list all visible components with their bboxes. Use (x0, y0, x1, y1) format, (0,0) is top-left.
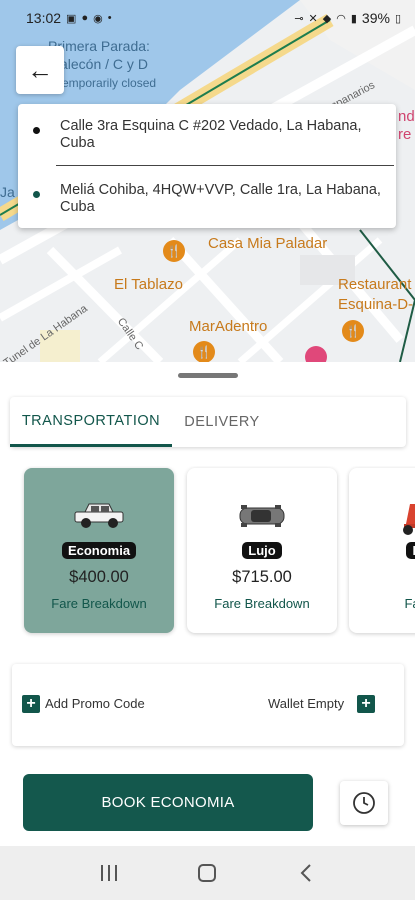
battery-icon: ▯ (394, 12, 401, 25)
poi-label[interactable]: Casa Mia Paladar (208, 235, 327, 252)
fare-breakdown-link[interactable]: Fare B (349, 596, 415, 611)
poi-label[interactable]: Restaurant (338, 276, 411, 293)
home-icon (198, 864, 217, 882)
tab-delivery[interactable]: DELIVERY (172, 397, 272, 447)
dropoff-row[interactable]: Meliá Cohiba, 4HQW+VVP, Calle 1ra, La Ha… (18, 182, 396, 216)
place-pin-icon[interactable] (305, 346, 327, 362)
map-edge-label: re (398, 126, 412, 143)
restaurant-pin-icon[interactable]: 🍴 (342, 320, 364, 342)
recent-apps-button[interactable] (89, 853, 129, 893)
vehicle-price: $715.00 (232, 568, 292, 586)
luxury-car-icon (187, 500, 337, 532)
poi-label[interactable]: El Tablazo (114, 276, 183, 293)
dropoff-address: Meliá Cohiba, 4HQW+VVP, Calle 1ra, La Ha… (60, 182, 381, 215)
promo-wallet-card: + Add Promo Code Wallet Empty + (12, 664, 404, 746)
book-button[interactable]: BOOK ECONOMIA (23, 774, 313, 831)
battery-level: 39% (361, 10, 390, 26)
app-notification-icon: ◉ (93, 12, 103, 25)
vehicle-card-lujo[interactable]: Lujo $715.00 Fare Breakdown (187, 468, 337, 633)
vehicle-list[interactable]: Economia $400.00 Fare Breakdown Lujo $71… (0, 466, 415, 638)
vehicle-name: Economia (24, 542, 174, 560)
vehicle-price: $2 (349, 568, 415, 587)
mute-icon: ✕ (308, 12, 318, 25)
vehicle-name: Mot (349, 542, 415, 560)
home-button[interactable] (187, 853, 227, 893)
more-notifications-icon: • (107, 12, 112, 24)
system-nav-bar (0, 846, 415, 900)
wifi-icon: ◠ (336, 12, 346, 25)
vehicle-card-moto[interactable]: Mot $2 Fare B (349, 468, 415, 633)
location-icon: ◆ (322, 12, 332, 25)
dropoff-dot-icon (33, 191, 40, 198)
status-time: 13:02 (26, 10, 62, 26)
add-wallet-plus-icon[interactable]: + (357, 695, 375, 713)
image-notification-icon: ▣ (66, 12, 77, 25)
vehicle-price: $400.00 (69, 568, 129, 586)
arrow-left-icon: ← (27, 54, 53, 85)
pickup-address: Calle 3ra Esquina C #202 Vedado, La Haba… (60, 118, 362, 151)
pickup-row[interactable]: Calle 3ra Esquina C #202 Vedado, La Haba… (18, 118, 396, 152)
restaurant-pin-icon[interactable]: 🍴 (163, 240, 185, 262)
map-edge-label: Ja (0, 184, 15, 200)
wallet-status: Wallet Empty (268, 696, 345, 711)
status-right: ⊸ ✕ ◆ ◠ ▮ 39% ▯ (294, 10, 401, 26)
add-promo-plus-icon[interactable]: + (22, 695, 40, 713)
schedule-button[interactable] (340, 781, 388, 825)
back-nav-button[interactable] (286, 853, 326, 893)
route-divider (56, 165, 394, 166)
poi-label[interactable]: MarAdentro (189, 318, 267, 335)
vehicle-name: Lujo (187, 542, 337, 560)
route-card: Calle 3ra Esquina C #202 Vedado, La Haba… (18, 104, 396, 228)
recent-apps-icon (101, 865, 118, 881)
service-tabs: TRANSPORTATION DELIVERY (10, 397, 406, 447)
map-edge-label: nd (398, 108, 415, 125)
map-stop-label: emporarily closed (62, 76, 157, 90)
chevron-left-icon (300, 864, 311, 882)
vehicle-card-economia[interactable]: Economia $400.00 Fare Breakdown (24, 468, 174, 633)
sheet-drag-handle[interactable] (178, 373, 238, 378)
add-promo-code-button[interactable]: Add Promo Code (45, 696, 145, 711)
status-left: 13:02 ▣ ● ◉ • (26, 10, 112, 26)
tab-transportation[interactable]: TRANSPORTATION (10, 397, 172, 447)
signal-icon: ▮ (350, 12, 357, 25)
pickup-dot-icon (33, 127, 40, 134)
scooter-icon (349, 500, 415, 535)
clock-icon (353, 792, 375, 814)
app-notification-icon: ● (81, 12, 89, 24)
classic-car-icon (24, 500, 174, 532)
back-button[interactable]: ← (16, 46, 64, 94)
fare-breakdown-link[interactable]: Fare Breakdown (24, 596, 174, 611)
poi-label[interactable]: Esquina-D- (338, 296, 413, 313)
map-stop-label: alecón / C y D (60, 56, 148, 72)
link-icon: ⊸ (294, 12, 304, 25)
fare-breakdown-link[interactable]: Fare Breakdown (187, 596, 337, 611)
restaurant-pin-icon[interactable]: 🍴 (193, 341, 215, 362)
status-bar: 13:02 ▣ ● ◉ • ⊸ ✕ ◆ ◠ ▮ 39% ▯ (0, 0, 415, 36)
